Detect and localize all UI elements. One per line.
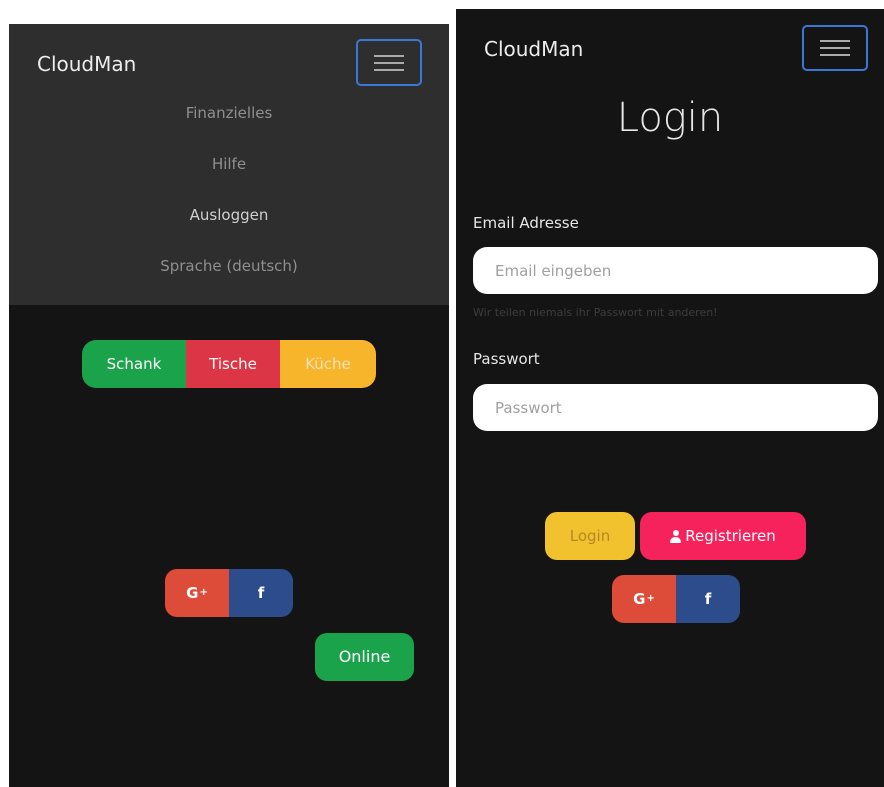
online-button[interactable]: Online [315,633,414,681]
register-button[interactable]: Registrieren [640,512,806,560]
google-plus-icon-suffix: + [646,592,655,604]
tische-button[interactable]: Tische [186,340,280,388]
kueche-button[interactable]: Küche [280,340,376,388]
brand-logo[interactable]: CloudMan [37,52,136,76]
navbar-toggler-button[interactable] [802,25,868,71]
hamburger-icon-bar [374,62,404,64]
password-input[interactable] [473,384,878,431]
hamburger-icon-bar [820,54,850,56]
left-screen: CloudMan Finanzielles Hilfe Ausloggen Sp… [9,24,449,787]
email-help-text: Wir teilen niemals ihr Passwort mit ande… [473,306,718,319]
google-plus-button[interactable]: G + [612,575,676,623]
facebook-icon: f [257,584,265,602]
hamburger-icon [374,55,404,57]
login-button[interactable]: Login [545,512,635,560]
social-login-group: G + f [165,569,293,617]
google-plus-button[interactable]: G + [165,569,229,617]
hamburger-icon-bar [374,69,404,71]
google-plus-icon-suffix: + [199,586,208,598]
google-plus-icon: G [186,584,199,602]
right-screen: CloudMan Login Email Adresse Wir teilen … [456,9,884,787]
nav-item-sprache[interactable]: Sprache (deutsch) [9,257,449,275]
schank-button[interactable]: Schank [82,340,186,388]
nav-item-ausloggen[interactable]: Ausloggen [9,206,449,224]
email-label: Email Adresse [473,214,579,232]
password-label: Passwort [473,350,540,368]
navbar-expanded: CloudMan Finanzielles Hilfe Ausloggen Sp… [9,24,449,305]
hamburger-icon [820,40,850,42]
social-login-group: G + f [612,575,740,623]
register-button-label: Registrieren [685,527,776,545]
user-icon [670,529,682,543]
page-title: Login [616,95,724,141]
nav-item-hilfe[interactable]: Hilfe [9,155,449,173]
brand-logo[interactable]: CloudMan [484,37,583,61]
navbar-toggler-button[interactable] [356,39,422,86]
nav-item-finanzielles[interactable]: Finanzielles [9,104,449,122]
facebook-icon: f [704,590,712,608]
section-button-group: Schank Tische Küche [82,340,376,388]
google-plus-icon: G [633,590,646,608]
facebook-button[interactable]: f [229,569,293,617]
email-input[interactable] [473,247,878,294]
hamburger-icon-bar [820,47,850,49]
facebook-button[interactable]: f [676,575,740,623]
